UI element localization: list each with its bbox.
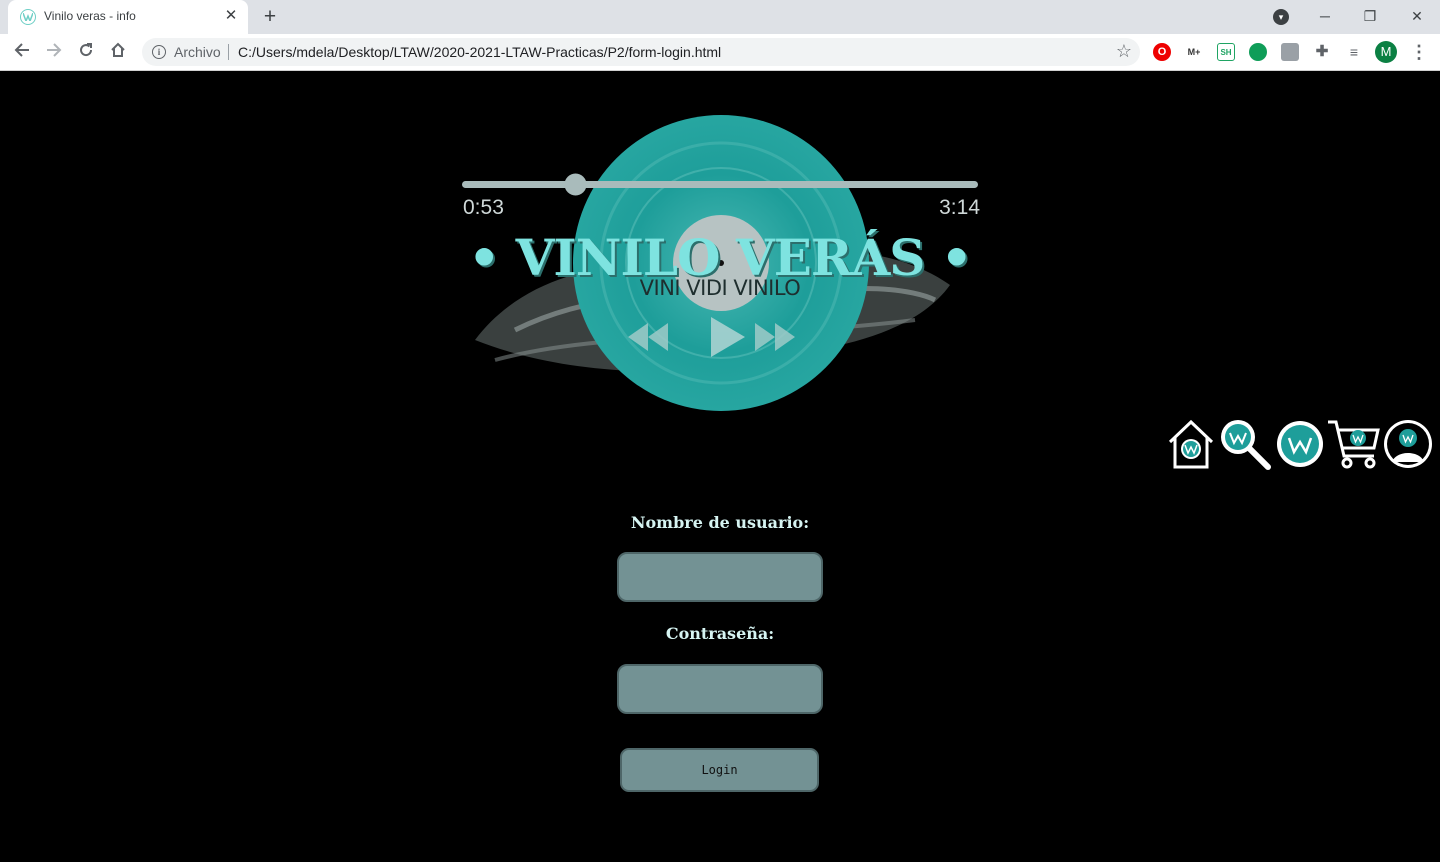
cart-icon[interactable] — [1326, 418, 1382, 470]
username-label: Nombre de usuario: — [630, 513, 810, 532]
tab-strip: Vinilo veras - info ✕ + ▾ ─ ❐ ✕ — [0, 0, 1440, 34]
avatar[interactable]: M — [1375, 41, 1397, 63]
green-bubble-icon[interactable] — [1249, 43, 1267, 61]
progress-knob — [564, 173, 587, 196]
password-label: Contraseña: — [665, 624, 775, 643]
tab-close-button[interactable]: ✕ — [222, 7, 240, 25]
brand-slogan: VINI VIDI VINILO — [639, 276, 801, 300]
site-nav — [1166, 418, 1436, 470]
tab-title: Vinilo veras - info — [44, 9, 136, 23]
new-tab-button[interactable]: + — [258, 5, 282, 29]
browser-toolbar: i Archivo C:/Users/mdela/Desktop/LTAW/20… — [0, 34, 1440, 71]
username-input[interactable] — [617, 552, 823, 602]
close-window-button[interactable]: ✕ — [1397, 4, 1437, 28]
tab-active[interactable]: Vinilo veras - info ✕ — [8, 0, 248, 34]
menu-icon[interactable]: ⋮ — [1410, 40, 1428, 64]
home-button-icon[interactable] — [106, 40, 130, 64]
reload-icon[interactable] — [74, 40, 98, 64]
url-text[interactable]: C:/Users/mdela/Desktop/LTAW/2020-2021-LT… — [238, 44, 721, 60]
opera-icon[interactable]: O — [1153, 43, 1171, 61]
info-icon[interactable]: i — [152, 45, 166, 59]
home-icon[interactable] — [1166, 418, 1216, 470]
login-button[interactable]: Login — [620, 748, 819, 792]
omnibox-divider — [228, 44, 229, 60]
logo-icon[interactable] — [1275, 418, 1325, 470]
photo-icon[interactable] — [1281, 43, 1299, 61]
puzzle-icon[interactable]: ✚ — [1313, 43, 1331, 61]
sheets-icon[interactable]: SH — [1217, 43, 1235, 61]
search-icon[interactable] — [1218, 418, 1272, 470]
password-input[interactable] — [617, 664, 823, 714]
time-total: 3:14 — [939, 196, 980, 219]
movistar-icon[interactable]: M+ — [1185, 43, 1203, 61]
time-elapsed: 0:53 — [463, 196, 504, 219]
media-icon[interactable]: ≡ — [1345, 43, 1363, 61]
back-icon[interactable] — [10, 40, 34, 64]
bookmark-star-icon[interactable]: ☆ — [1116, 41, 1132, 62]
minimize-button[interactable]: ─ — [1305, 4, 1345, 28]
maximize-button[interactable]: ❐ — [1350, 4, 1390, 28]
address-bar[interactable]: i Archivo C:/Users/mdela/Desktop/LTAW/20… — [142, 38, 1140, 66]
forward-icon[interactable] — [42, 40, 66, 64]
brand-hero: 0:53 3:14 • VINILO VERÁS • VINI VIDI VIN… — [455, 110, 985, 420]
security-label: Archivo — [174, 44, 221, 60]
progress-bar[interactable] — [460, 172, 982, 198]
user-icon[interactable] — [1382, 418, 1434, 470]
vinilo-favicon-icon — [20, 9, 36, 25]
tab-search-icon[interactable]: ▾ — [1273, 9, 1289, 25]
